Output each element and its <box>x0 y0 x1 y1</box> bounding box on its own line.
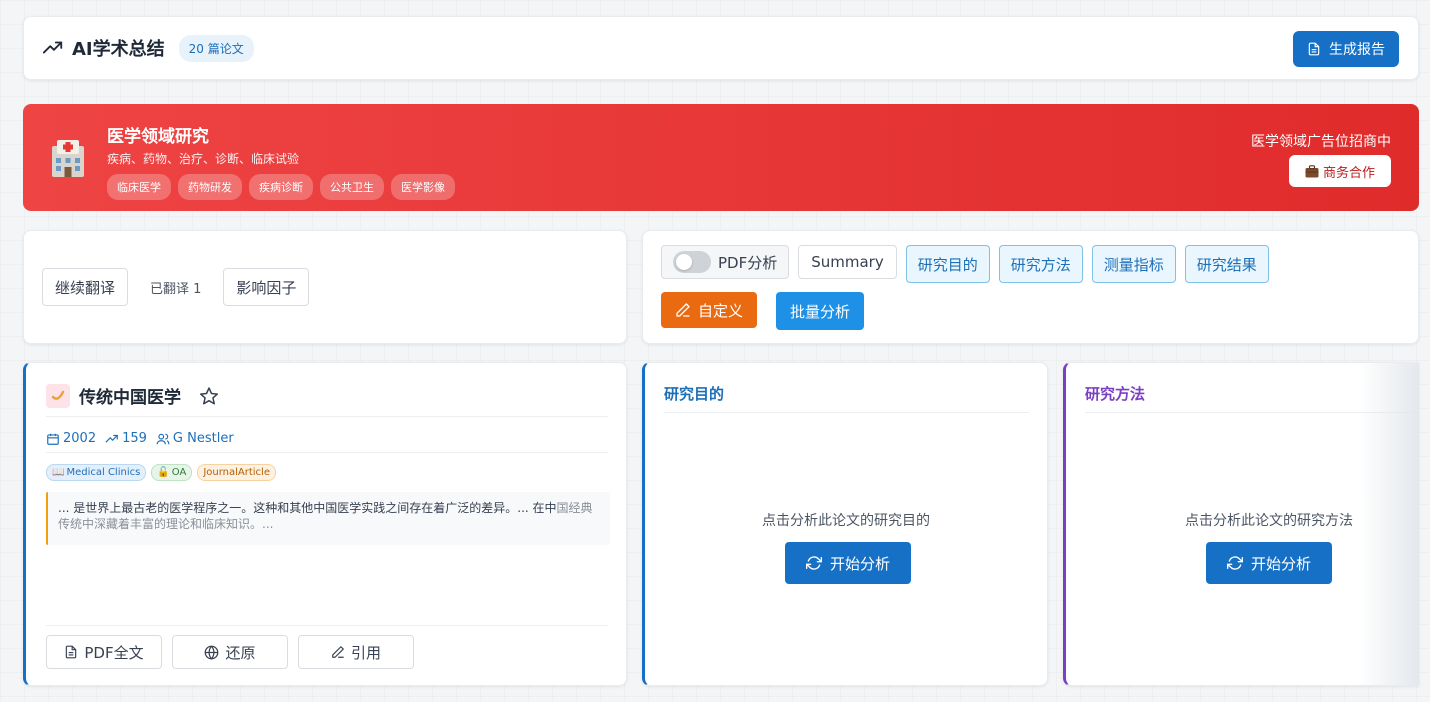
continue-translate-button[interactable]: 继续翻译 <box>42 268 129 306</box>
research-method-card: 研究方法 点击分析此论文的研究方法 开始分析 <box>1063 362 1419 686</box>
paper-actions: PDF全文 还原 引用 <box>46 625 608 669</box>
open-access-tag: 🔓 OA <box>151 464 193 481</box>
generate-report-label: 生成报告 <box>1329 42 1385 58</box>
impact-factor-button[interactable]: 影响因子 <box>223 268 310 306</box>
start-analysis-button[interactable]: 开始分析 <box>785 542 911 584</box>
banner-tag[interactable]: 公共卫生 <box>320 174 384 200</box>
aspect-button-purpose[interactable]: 研究目的 <box>905 245 990 283</box>
app-title: AI学术总结 <box>72 39 165 60</box>
start-analysis-label: 开始分析 <box>1250 554 1311 573</box>
start-analysis-label: 开始分析 <box>829 554 890 573</box>
aspect-button-metrics[interactable]: 测量指标 <box>1091 245 1176 283</box>
banner-tag[interactable]: 疾病诊断 <box>249 174 313 200</box>
paper-citations: 159 <box>122 431 147 446</box>
paper-author[interactable]: G Nestler <box>173 431 234 446</box>
restore-button[interactable]: 还原 <box>172 635 288 669</box>
briefcase-icon <box>1305 164 1319 177</box>
custom-button[interactable]: 自定义 <box>661 292 758 328</box>
summary-button[interactable]: Summary <box>798 245 897 279</box>
paper-tags: 📖 Medical Clinics 🔓 OA JournalArticle <box>46 464 276 481</box>
document-icon <box>66 645 77 659</box>
globe-icon <box>205 645 219 660</box>
ad-slot-text: 医学领域广告位招商中 <box>1251 134 1391 150</box>
document-icon <box>1308 42 1320 56</box>
pdf-analysis-toggle[interactable]: PDF分析 <box>661 245 790 279</box>
start-analysis-button[interactable]: 开始分析 <box>1206 542 1332 584</box>
generate-report-button[interactable]: 生成报告 <box>1293 31 1399 67</box>
banner-tag[interactable]: 药物研发 <box>178 174 242 200</box>
batch-analysis-button[interactable]: 批量分析 <box>776 292 865 330</box>
scroll-fade-overlay <box>1359 363 1419 685</box>
banner-tag[interactable]: 临床医学 <box>107 174 171 200</box>
domain-banner: 医学领域研究 疾病、药物、治疗、诊断、临床试验 临床医学 药物研发 疾病诊断 公… <box>23 104 1419 211</box>
restore-label: 还原 <box>225 643 256 662</box>
open-access-label: OA <box>171 467 187 478</box>
translation-toolbar: 继续翻译 已翻译 1 影响因子 <box>23 230 627 344</box>
pdf-analysis-label: PDF分析 <box>718 253 778 272</box>
paper-count-badge: 20 篇论文 <box>178 34 254 62</box>
aspect-button-results[interactable]: 研究结果 <box>1184 245 1269 283</box>
star-icon[interactable] <box>199 386 219 406</box>
paper-title[interactable]: 传统中国医学 <box>79 383 181 408</box>
journal-tag: 📖 Medical Clinics <box>46 464 147 481</box>
cite-label: 引用 <box>350 643 381 662</box>
research-purpose-card: 研究目的 点击分析此论文的研究目的 开始分析 <box>642 362 1048 686</box>
users-icon <box>156 433 170 444</box>
app-header: AI学术总结 20 篇论文 生成报告 <box>23 16 1419 80</box>
translated-count: 已翻译 1 <box>150 281 202 297</box>
cite-button[interactable]: 引用 <box>298 635 414 669</box>
paper-meta: 2002 159 G Nestler <box>46 431 608 453</box>
calendar-icon <box>47 433 59 445</box>
research-purpose-hint: 点击分析此论文的研究目的 <box>762 513 930 529</box>
pencil-icon <box>676 303 690 317</box>
paper-icon <box>46 383 70 408</box>
unlock-icon: 🔓 <box>157 467 170 478</box>
analysis-toolbar: PDF分析 Summary 研究目的 研究方法 测量指标 研究结果 自定义 批量… <box>642 230 1419 344</box>
business-cooperation-button[interactable]: 商务合作 <box>1288 155 1391 187</box>
paper-abstract: ... 是世界上最古老的医学程序之一。这种和其他中国医学实践之间存在着广泛的差异… <box>46 492 610 545</box>
custom-label: 自定义 <box>698 301 744 320</box>
banner-title: 医学领域研究 <box>107 127 209 147</box>
paper-year: 2002 <box>63 431 97 446</box>
refresh-icon <box>805 556 822 570</box>
pdf-fulltext-button[interactable]: PDF全文 <box>46 635 162 669</box>
journal-tag-label: Medical Clinics <box>66 467 141 478</box>
citations-trend-icon <box>105 434 118 442</box>
banner-subtitle: 疾病、药物、治疗、诊断、临床试验 <box>107 152 300 166</box>
toggle-switch[interactable] <box>673 251 711 273</box>
abstract-text: ... 是世界上最古老的医学程序之一。这种和其他中国医学实践之间存在着广泛的差异… <box>58 501 557 515</box>
research-purpose-title: 研究目的 <box>664 383 1029 413</box>
book-icon: 📖 <box>52 467 65 478</box>
banner-tag-list: 临床医学 药物研发 疾病诊断 公共卫生 医学影像 <box>107 174 455 200</box>
paper-card: 传统中国医学 2002 159 G Nestler 📖 Medical Clin… <box>23 362 627 686</box>
article-type-tag: JournalArticle <box>197 464 276 481</box>
pdf-fulltext-label: PDF全文 <box>84 643 144 662</box>
trending-up-icon <box>42 41 63 54</box>
aspect-button-method[interactable]: 研究方法 <box>998 245 1083 283</box>
business-cooperation-label: 商务合作 <box>1322 165 1375 181</box>
banner-tag[interactable]: 医学影像 <box>391 174 455 200</box>
pencil-icon <box>332 646 344 658</box>
refresh-icon <box>1226 556 1243 570</box>
hospital-icon <box>52 140 84 177</box>
